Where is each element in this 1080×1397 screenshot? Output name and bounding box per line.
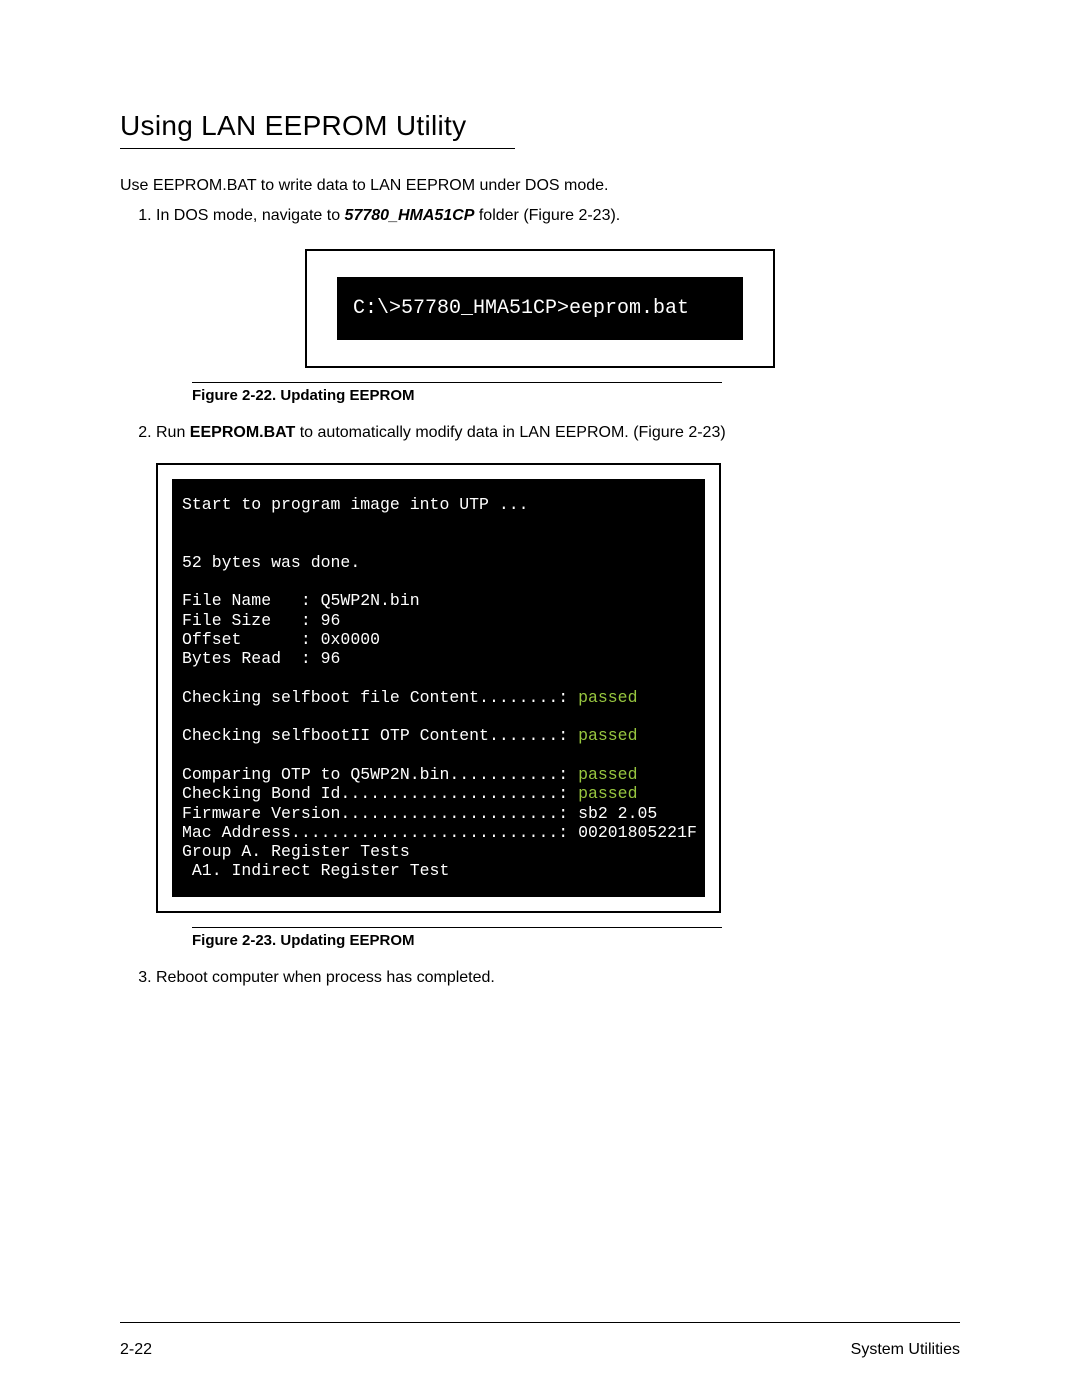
term-l2: 52 bytes was done. (182, 553, 360, 572)
document-page: Using LAN EEPROM Utility Use EEPROM.BAT … (0, 0, 1080, 1397)
steps-list: In DOS mode, navigate to 57780_HMA51CP f… (120, 205, 960, 227)
terminal-command: C:\>57780_HMA51CP>eeprom.bat (337, 277, 743, 340)
page-number: 2-22 (120, 1341, 152, 1359)
step-2-text-a: Run (156, 424, 190, 441)
figure-22-caption-block: Figure 2-22. Updating EEPROM (192, 382, 722, 404)
heading-rule (120, 148, 515, 149)
footer-rule (120, 1322, 960, 1323)
term-l10a: Checking Bond Id......................: (182, 784, 578, 803)
term-l1: Start to program image into UTP ... (182, 495, 529, 514)
term-l10b: passed (578, 784, 637, 803)
term-l7a: Checking selfboot file Content........: (182, 688, 578, 707)
term-l4: File Size : 96 (182, 611, 340, 630)
figure-23-frame: Start to program image into UTP ... 52 b… (156, 463, 721, 913)
term-l11: Firmware Version......................: … (182, 804, 657, 823)
page-footer: 2-22 System Utilities (120, 1341, 960, 1359)
step-1-folder: 57780_HMA51CP (345, 207, 475, 224)
terminal-output: Start to program image into UTP ... 52 b… (172, 479, 705, 897)
term-l7b: passed (578, 688, 637, 707)
section-heading: Using LAN EEPROM Utility (120, 110, 960, 142)
steps-list-3: Reboot computer when process has complet… (120, 967, 960, 989)
footer-title: System Utilities (851, 1341, 960, 1359)
figure-23-caption: Figure 2-23. Updating EEPROM (192, 932, 722, 949)
term-l8b: passed (578, 726, 637, 745)
step-2: Run EEPROM.BAT to automatically modify d… (156, 422, 960, 444)
term-l6: Bytes Read : 96 (182, 649, 340, 668)
term-l8a: Checking selfbootII OTP Content.......: (182, 726, 578, 745)
term-l13: Group A. Register Tests (182, 842, 410, 861)
term-l12: Mac Address...........................: … (182, 823, 697, 842)
step-1-text-a: In DOS mode, navigate to (156, 207, 345, 224)
step-1: In DOS mode, navigate to 57780_HMA51CP f… (156, 205, 960, 227)
term-l3: File Name : Q5WP2N.bin (182, 591, 420, 610)
step-1-text-b: folder (Figure 2-23). (474, 207, 620, 224)
step-2-bat: EEPROM.BAT (190, 424, 295, 441)
term-l14: A1. Indirect Register Test (182, 861, 449, 880)
term-l9a: Comparing OTP to Q5WP2N.bin...........: (182, 765, 578, 784)
step-2-text-b: to automatically modify data in LAN EEPR… (295, 424, 725, 441)
step-3: Reboot computer when process has complet… (156, 967, 960, 989)
figure-23-rule (192, 927, 722, 928)
figure-22-frame: C:\>57780_HMA51CP>eeprom.bat (305, 249, 775, 368)
figure-22-caption: Figure 2-22. Updating EEPROM (192, 387, 722, 404)
steps-list-2: Run EEPROM.BAT to automatically modify d… (120, 422, 960, 444)
figure-23-caption-block: Figure 2-23. Updating EEPROM (192, 927, 722, 949)
term-l5: Offset : 0x0000 (182, 630, 380, 649)
intro-paragraph: Use EEPROM.BAT to write data to LAN EEPR… (120, 177, 960, 195)
term-l9b: passed (578, 765, 637, 784)
figure-22-rule (192, 382, 722, 383)
